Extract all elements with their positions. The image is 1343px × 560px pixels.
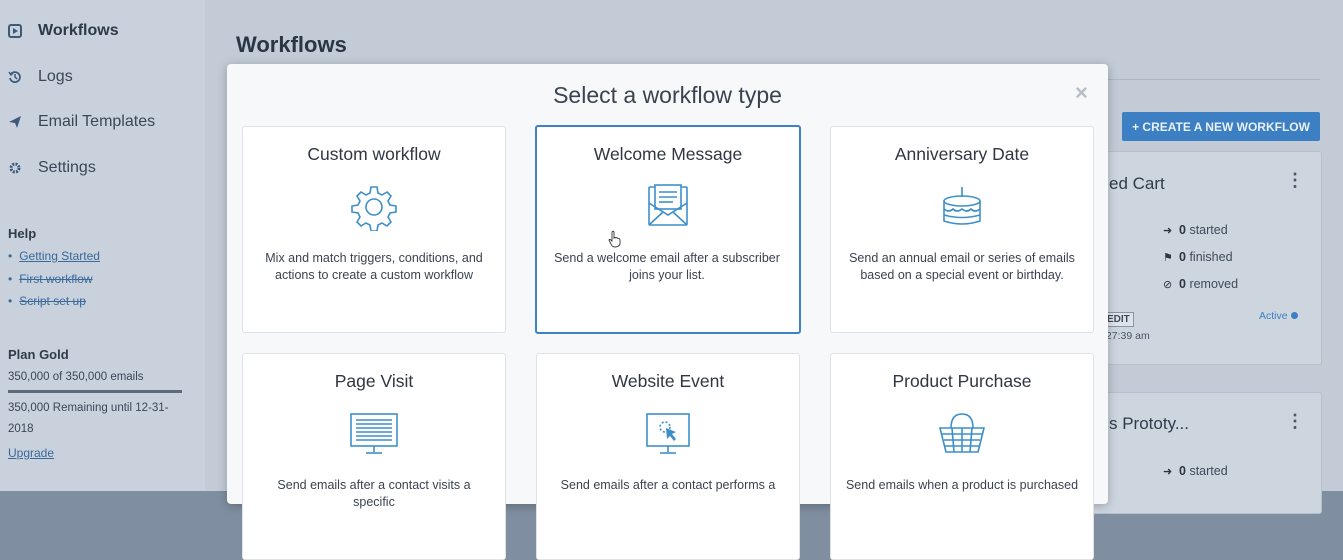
history-icon (8, 70, 22, 84)
plan-remaining: 350,000 Remaining until 12-31- (8, 402, 169, 414)
play-square-icon (8, 24, 22, 38)
workflow-type-modal: Select a workflow type × Custom workflow… (227, 64, 1108, 560)
option-website-event[interactable]: Website Event Send emails after a contac… (536, 353, 800, 560)
option-title: Website Event (611, 371, 725, 391)
monitor-click-icon (646, 413, 690, 454)
modal-title: Select a workflow type (553, 82, 782, 108)
shopping-basket-icon (938, 413, 986, 453)
help-link-getting-started[interactable]: Getting Started (8, 249, 100, 263)
option-description: Send an annual email or series of emails… (849, 251, 1075, 282)
stat-started: ➜ 0 started (1163, 223, 1228, 237)
option-title: Product Purchase (892, 371, 1032, 391)
option-product-purchase[interactable]: Product Purchase Send emails when a prod… (830, 353, 1094, 560)
sidebar-item-label: Workflows (38, 22, 119, 39)
stat-removed: ⊘ 0 removed (1163, 277, 1239, 291)
flag-icon: ⚑ (1163, 252, 1173, 264)
upgrade-link[interactable]: Upgrade (8, 446, 54, 460)
option-description: Send a welcome email after a subscriber … (554, 251, 780, 282)
birthday-cake-icon (943, 187, 981, 225)
option-description: Send emails after a contact visits a spe… (277, 478, 471, 509)
gear-icon (351, 186, 397, 231)
close-icon[interactable]: × (1075, 80, 1088, 106)
plan-remaining-year: 2018 (8, 423, 34, 435)
option-title: Page Visit (334, 371, 414, 391)
workflow-card-title: ed Cart (1109, 174, 1165, 193)
option-custom-workflow[interactable]: Custom workflow Mix and match triggers, … (242, 126, 506, 333)
workflow-card-title: s Prototy... (1109, 414, 1189, 433)
option-welcome-message[interactable]: Welcome Message Send a welcome email aft… (535, 125, 801, 334)
sidebar-item-workflows[interactable]: Workflows (8, 19, 119, 43)
kebab-menu-icon[interactable]: ⋮ (1286, 170, 1304, 191)
option-title: Custom workflow (307, 144, 441, 164)
help-link-first-workflow[interactable]: First workflow (8, 272, 92, 286)
sidebar-item-label: Logs (38, 68, 73, 85)
monitor-icon (350, 413, 398, 454)
option-title: Welcome Message (593, 144, 743, 164)
stat-finished: ⚑ 0 finished (1163, 250, 1233, 264)
sidebar-item-settings[interactable]: Settings (8, 156, 96, 180)
workflow-card[interactable]: ed Cart ⋮ ➜ 0 started ⚑ 0 finished ⊘ 0 remo… (1090, 151, 1322, 365)
stat-started: ➜ 0 started (1163, 464, 1228, 478)
option-description: Send emails after a contact performs a (560, 478, 776, 492)
create-workflow-button[interactable]: + CREATE A NEW WORKFLOW (1122, 112, 1320, 141)
status-badge: Active (1259, 310, 1298, 322)
help-link-script-setup[interactable]: Script set up (8, 294, 86, 308)
sidebar: Workflows Logs Email Templates Settings … (0, 0, 205, 491)
kebab-menu-icon[interactable]: ⋮ (1286, 411, 1304, 432)
gear-icon (8, 161, 22, 175)
help-heading: Help (8, 226, 37, 241)
option-title: Anniversary Date (894, 144, 1030, 164)
option-description: Mix and match triggers, conditions, and … (265, 251, 483, 282)
sidebar-item-label: Settings (38, 159, 96, 176)
option-page-visit[interactable]: Page Visit Send emails after a contact v… (242, 353, 506, 560)
option-description: Send emails when a product is purchased (845, 478, 1079, 492)
paper-plane-icon (8, 115, 22, 129)
plan-usage: 350,000 of 350,000 emails (8, 371, 144, 383)
plan-title: Plan Gold (8, 347, 69, 362)
envelope-icon (648, 184, 688, 226)
page-title: Workflows (236, 32, 347, 57)
status-dot (1290, 312, 1298, 319)
option-anniversary-date[interactable]: Anniversary Date Send an annual email or… (830, 126, 1094, 333)
timestamp: :27:39 am (1103, 330, 1150, 342)
sidebar-item-email-templates[interactable]: Email Templates (8, 110, 155, 134)
sidebar-item-label: Email Templates (38, 113, 156, 130)
plan-usage-bar (8, 390, 182, 393)
sidebar-item-logs[interactable]: Logs (8, 65, 73, 89)
sign-in-icon: ➜ (1163, 466, 1173, 478)
workflow-card[interactable]: s Prototy... ⋮ ➜ 0 started (1090, 392, 1322, 514)
hand-cursor-icon (608, 230, 621, 248)
sign-in-icon: ➜ (1163, 225, 1173, 237)
ban-icon: ⊘ (1163, 279, 1173, 291)
